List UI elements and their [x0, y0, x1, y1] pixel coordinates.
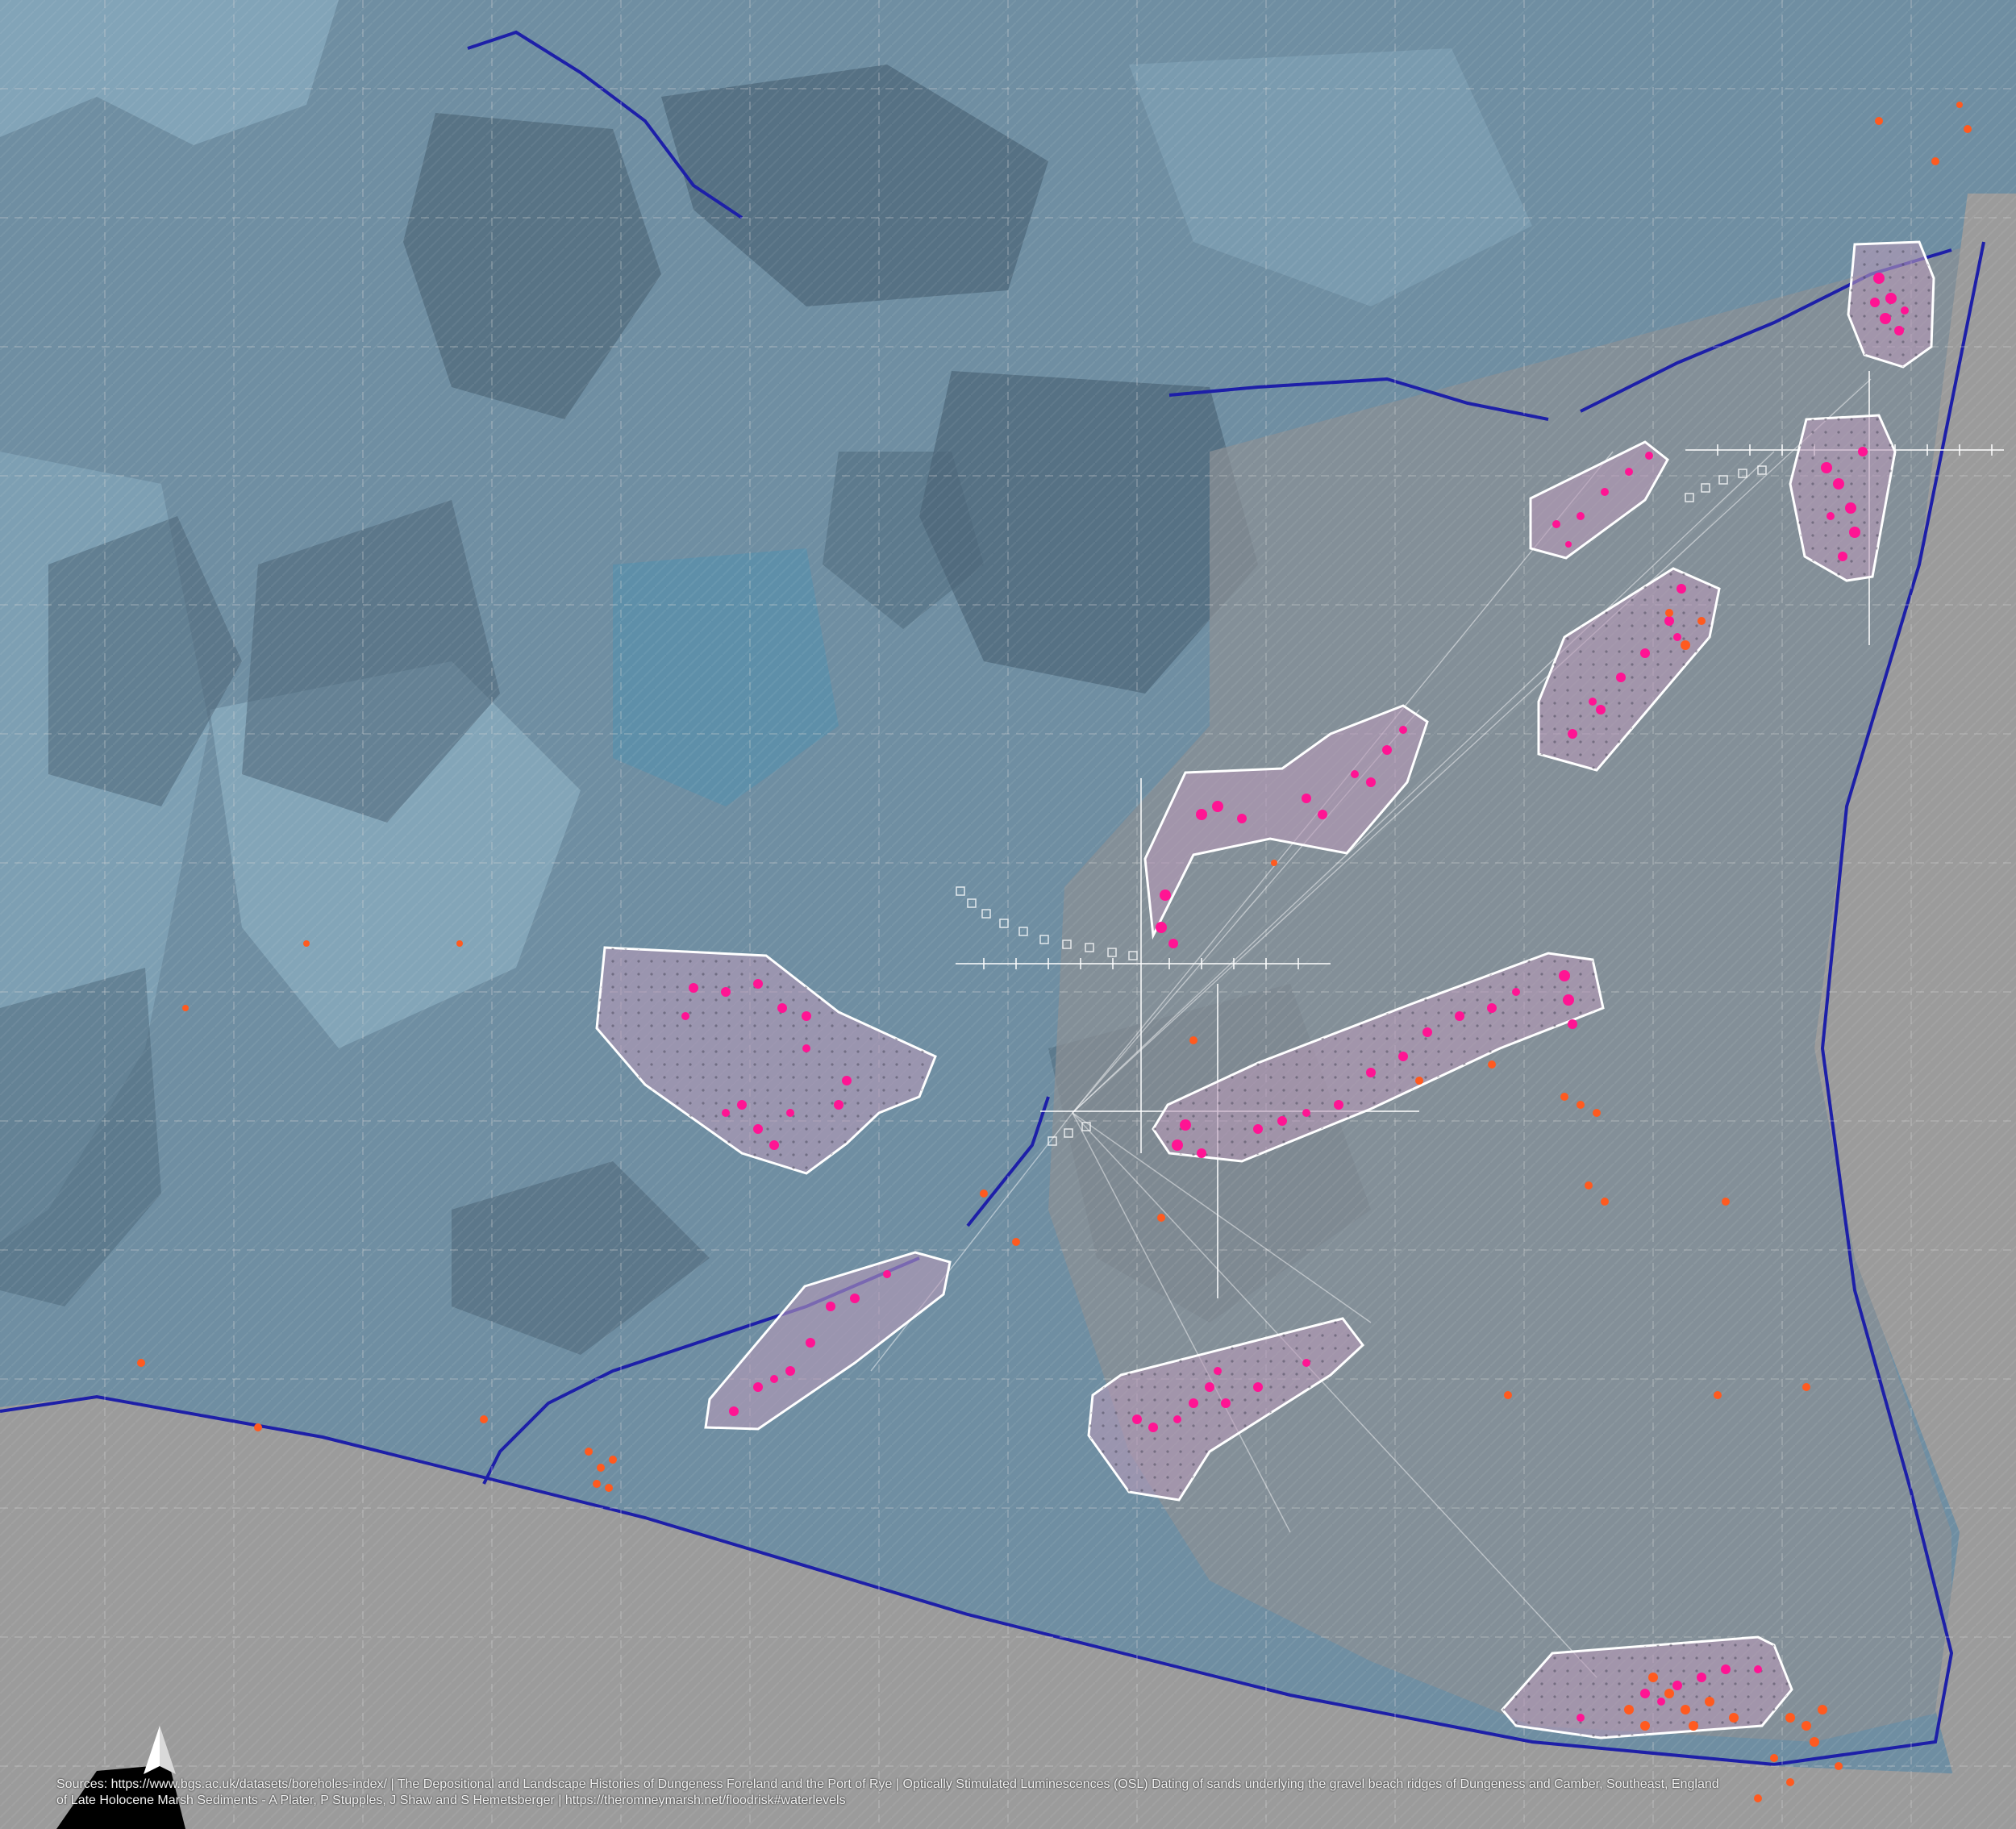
sources-caption: Sources: https://www.bgs.ac.uk/datasets/…	[56, 1777, 2008, 1809]
sources-line-2: of Late Holocene Marsh Sediments - A Pla…	[56, 1794, 846, 1807]
sources-line-1: Sources: https://www.bgs.ac.uk/datasets/…	[56, 1777, 1719, 1791]
map-canvas	[0, 0, 2016, 1829]
